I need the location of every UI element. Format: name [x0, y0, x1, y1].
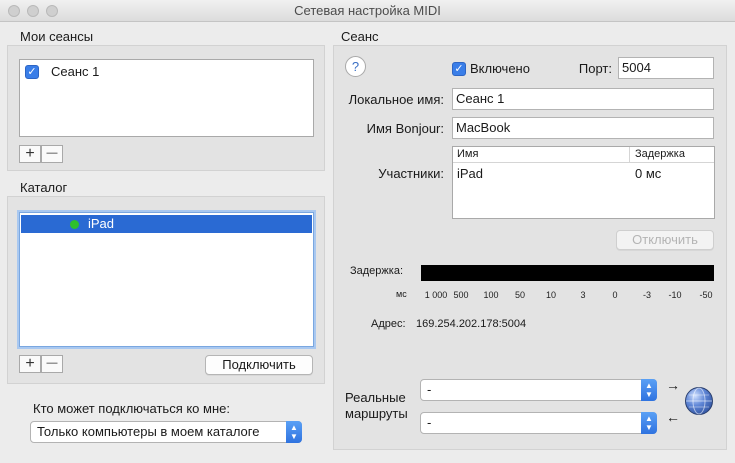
popup-chevron-icon: ▲ ▼ [641, 412, 657, 434]
enabled-checkbox[interactable]: ✓ [452, 62, 466, 76]
latency-tick-label: 50 [514, 290, 525, 300]
latency-meter [421, 265, 714, 281]
latency-tick-label: -3 [642, 290, 651, 300]
latency-tick-label: 100 [483, 290, 499, 300]
participant-name: iPad [457, 166, 484, 181]
directory-item-label: iPad [88, 216, 115, 231]
who-can-connect-popup[interactable]: Только компьютеры в моем каталоге ▲ ▼ [30, 421, 302, 443]
participants-table[interactable]: Имя Задержка iPad 0 мс [452, 146, 715, 219]
live-routings-label-line1: Реальные [345, 390, 406, 405]
port-field[interactable]: 5004 [618, 57, 714, 79]
directory-title: Каталог [20, 180, 68, 195]
arrow-right-icon: → [666, 377, 680, 393]
participants-header: Имя Задержка [453, 147, 714, 163]
session-item-label: Сеанс 1 [51, 64, 100, 79]
who-can-connect-value: Только компьютеры в моем каталоге [37, 424, 260, 439]
latency-tick-label: 10 [545, 290, 556, 300]
who-can-connect-label: Кто может подключаться ко мне: [33, 401, 230, 416]
address-label: Адрес: [371, 318, 406, 330]
latency-tick-label: -10 [668, 290, 682, 300]
enabled-label: Включено [470, 61, 530, 76]
popup-chevron-icon: ▲ ▼ [286, 421, 302, 443]
window-title: Сетевая настройка MIDI [294, 3, 441, 18]
latency-tick-label: 500 [453, 290, 469, 300]
bonjour-name-label: Имя Bonjour: [366, 121, 444, 136]
participants-label: Участники: [378, 166, 444, 181]
directory-panel: iPad + — Подключить [7, 196, 325, 384]
network-globe-icon [685, 387, 713, 415]
latency-tick-label: 0 [612, 290, 618, 300]
help-button[interactable]: ? [345, 56, 366, 77]
session-list-item[interactable]: ✓ Сеанс 1 [21, 63, 312, 81]
session-title: Сеанс [341, 29, 379, 44]
remove-directory-button[interactable]: — [41, 355, 63, 373]
routing-input-value: - [427, 382, 432, 397]
participant-row[interactable]: iPad 0 мс [454, 165, 713, 183]
session-enabled-checkbox[interactable]: ✓ [25, 65, 39, 79]
address-value: 169.254.202.178:5004 [416, 318, 527, 330]
port-label: Порт: [578, 61, 612, 76]
local-name-label: Локальное имя: [348, 92, 444, 107]
disconnect-button[interactable]: Отключить [616, 230, 714, 250]
latency-tick-label: 3 [580, 290, 586, 300]
add-session-button[interactable]: + [19, 145, 41, 163]
connect-button[interactable]: Подключить [205, 355, 313, 375]
column-header-name[interactable]: Имя [457, 148, 478, 160]
bonjour-name-field[interactable]: MacBook [452, 117, 714, 139]
arrow-left-icon: ← [666, 409, 680, 425]
my-sessions-list[interactable]: ✓ Сеанс 1 [19, 59, 314, 137]
add-directory-button[interactable]: + [19, 355, 41, 373]
column-header-latency[interactable]: Задержка [635, 148, 685, 160]
column-divider [629, 147, 630, 162]
routing-input-popup[interactable]: - ▲ ▼ [420, 379, 657, 401]
directory-list[interactable]: iPad [19, 212, 314, 347]
title-bar[interactable]: Сетевая настройка MIDI [0, 0, 735, 22]
popup-chevron-icon: ▲ ▼ [641, 379, 657, 401]
my-sessions-panel: ✓ Сеанс 1 + — [7, 45, 325, 171]
directory-list-item[interactable]: iPad [21, 215, 312, 233]
local-name-field[interactable]: Сеанс 1 [452, 88, 714, 110]
participant-latency: 0 мс [635, 166, 662, 181]
remove-session-button[interactable]: — [41, 145, 63, 163]
online-status-icon [70, 220, 79, 229]
my-sessions-title: Мои сеансы [20, 29, 94, 44]
latency-tick-label: 1 000 [424, 290, 448, 300]
latency-unit: мс [396, 289, 407, 299]
latency-tick-label: -50 [699, 290, 713, 300]
latency-label: Задержка: [350, 265, 404, 277]
live-routings-label-line2: маршруты [345, 406, 408, 421]
routing-output-value: - [427, 415, 432, 430]
routing-output-popup[interactable]: - ▲ ▼ [420, 412, 657, 434]
